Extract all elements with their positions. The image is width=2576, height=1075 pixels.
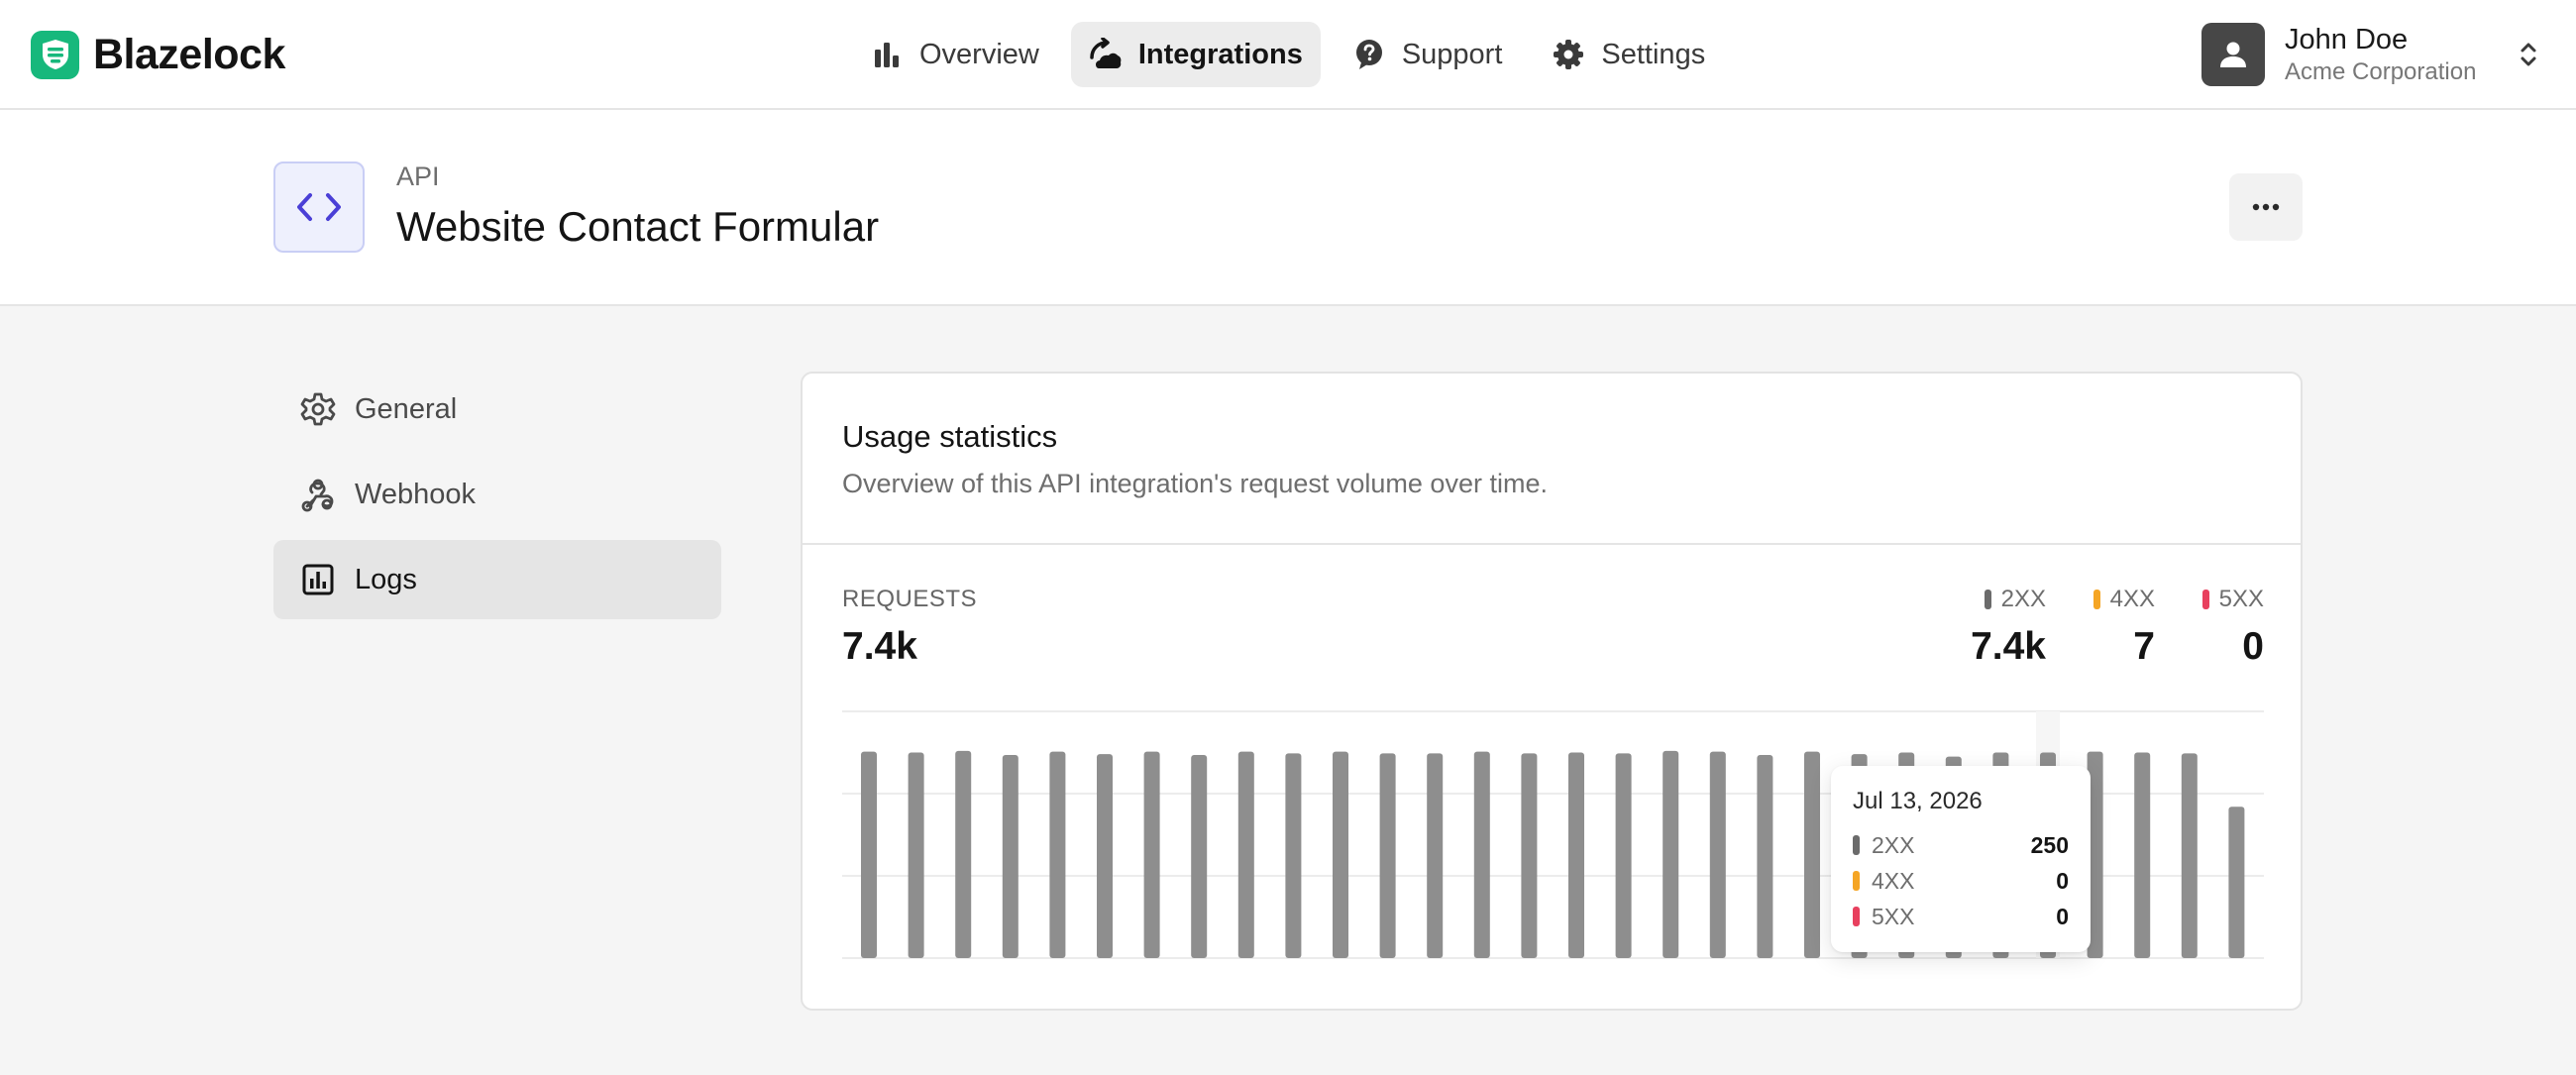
chart-bar[interactable] <box>1521 753 1538 958</box>
webhook-icon <box>299 476 337 513</box>
tooltip-5xx-label: 5XX <box>1872 903 1915 929</box>
blazelock-logo-icon <box>31 30 79 79</box>
tooltip-2xx-swatch <box>1853 835 1860 855</box>
requests-value: 7.4k <box>842 625 917 668</box>
integrations-icon <box>1089 38 1123 71</box>
chart-tooltip: Jul 13, 2026 2XX 250 4XX 0 5XX 0 <box>1831 766 2091 952</box>
chart-bar[interactable] <box>1379 753 1396 958</box>
tooltip-2xx-label: 2XX <box>1872 831 1915 858</box>
account-org: Acme Corporation <box>2285 58 2477 85</box>
card-subtitle: Overview of this API integration's reque… <box>842 469 1548 498</box>
top-navigation-bar: Blazelock Overview Integrations Support … <box>0 0 2576 110</box>
legend-5xx-swatch <box>2201 590 2209 609</box>
chart-bar[interactable] <box>1191 754 1208 958</box>
legend-5xx: 5XX 0 <box>2185 586 2264 669</box>
side-item-general[interactable]: General <box>273 370 721 449</box>
chart-bar[interactable] <box>2228 806 2245 958</box>
side-item-logs[interactable]: Logs <box>273 540 721 619</box>
gear-icon <box>299 390 337 428</box>
nav-settings-label: Settings <box>1601 38 1706 70</box>
chart-bar[interactable] <box>1568 752 1584 959</box>
avatar <box>2201 23 2265 86</box>
nav-support[interactable]: Support <box>1335 22 1521 87</box>
side-item-webhook-label: Webhook <box>355 478 476 510</box>
legend-4xx-label: 4XX <box>2109 586 2155 612</box>
legend-4xx-value: 7 <box>2133 625 2155 668</box>
card-title: Usage statistics <box>842 419 1058 454</box>
main-nav: Overview Integrations Support Settings <box>852 22 1737 87</box>
chart-bar[interactable] <box>908 752 924 959</box>
chart-bar[interactable] <box>2134 752 2151 959</box>
card-header: Usage statistics Overview of this API in… <box>803 374 2301 545</box>
requests-label: REQUESTS <box>842 586 978 612</box>
more-actions-button[interactable] <box>2229 173 2303 241</box>
page-header: API Website Contact Formular <box>0 110 2576 306</box>
side-item-general-label: General <box>355 392 458 425</box>
page-title: Website Contact Formular <box>396 203 880 250</box>
account-switcher[interactable]: John Doe Acme Corporation <box>2201 20 2476 89</box>
tooltip-4xx-label: 4XX <box>1872 867 1915 894</box>
account-name: John Doe <box>2285 24 2409 55</box>
side-item-webhook[interactable]: Webhook <box>273 455 721 534</box>
chart-bar[interactable] <box>1285 753 1302 958</box>
legend-5xx-value: 0 <box>2242 625 2264 668</box>
chart-bar[interactable] <box>1237 751 1254 958</box>
tooltip-4xx-swatch <box>1853 871 1860 891</box>
legend-2xx-label: 2XX <box>2000 586 2046 612</box>
brand[interactable]: Blazelock <box>31 29 285 80</box>
chart-bar[interactable] <box>1473 751 1490 958</box>
chart-bar[interactable] <box>955 750 972 958</box>
user-icon <box>2220 42 2246 67</box>
chart-box-icon <box>299 561 337 598</box>
tooltip-row-4xx: 4XX 0 <box>1853 863 2069 899</box>
chart-bar[interactable] <box>1427 753 1444 958</box>
chart-bar[interactable] <box>1002 754 1019 958</box>
nav-settings[interactable]: Settings <box>1534 22 1723 87</box>
help-circle-icon <box>1352 38 1386 71</box>
ellipsis-icon <box>2252 203 2280 211</box>
chart-bar[interactable] <box>1757 754 1773 958</box>
nav-overview-label: Overview <box>919 38 1039 70</box>
legend-2xx-swatch <box>1984 590 1991 609</box>
legend-4xx: 4XX 7 <box>2076 586 2155 669</box>
chart-bar[interactable] <box>1615 753 1632 958</box>
nav-overview[interactable]: Overview <box>852 22 1057 87</box>
tooltip-5xx-swatch <box>1853 907 1860 926</box>
nav-integrations-label: Integrations <box>1137 38 1303 70</box>
legend-2xx-value: 7.4k <box>1971 625 2046 668</box>
chart-bar[interactable] <box>1333 751 1348 958</box>
settings-side-menu: General Webhook Logs <box>273 370 721 625</box>
chart-bar[interactable] <box>1663 750 1679 958</box>
chart-bar[interactable] <box>1049 751 1066 958</box>
integration-type: API <box>396 161 440 191</box>
tooltip-date: Jul 13, 2026 <box>1853 788 1983 814</box>
brand-name: Blazelock <box>93 30 285 78</box>
chevron-up-down-icon[interactable] <box>2515 38 2542 71</box>
legend-2xx: 2XX 7.4k <box>1952 586 2046 669</box>
tooltip-row-5xx: 5XX 0 <box>1853 899 2069 934</box>
tooltip-row-2xx: 2XX 250 <box>1853 827 2069 863</box>
usage-statistics-card: Usage statistics Overview of this API in… <box>801 372 2303 1011</box>
tooltip-2xx-value: 250 <box>2030 831 2069 858</box>
gear-icon <box>1552 38 1585 71</box>
chart-bar[interactable] <box>1804 751 1820 958</box>
chart-bar[interactable] <box>861 751 877 958</box>
legend-5xx-label: 5XX <box>2218 586 2264 612</box>
code-icon <box>273 161 365 253</box>
tooltip-4xx-value: 0 <box>2056 867 2069 894</box>
nav-support-label: Support <box>1401 38 1503 70</box>
bar-chart-icon <box>870 38 904 71</box>
chart-bar[interactable] <box>1097 754 1113 958</box>
tooltip-5xx-value: 0 <box>2056 903 2069 929</box>
legend-4xx-swatch <box>2093 590 2100 609</box>
side-item-logs-label: Logs <box>355 563 417 595</box>
chart-bar[interactable] <box>2181 753 2198 958</box>
chart-bar[interactable] <box>1709 751 1726 958</box>
nav-integrations[interactable]: Integrations <box>1070 22 1321 87</box>
chart-bar[interactable] <box>1143 751 1160 958</box>
